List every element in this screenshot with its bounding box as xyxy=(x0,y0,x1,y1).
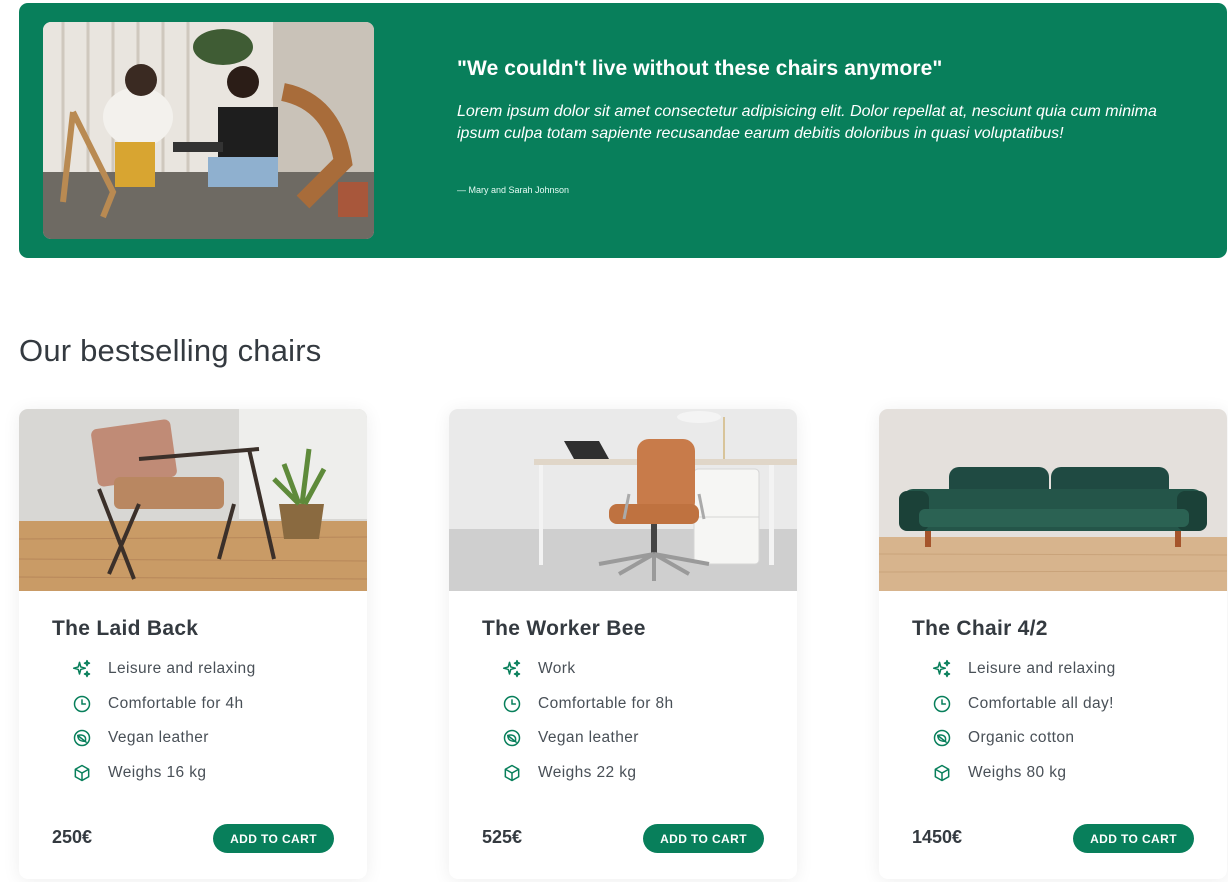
product-title: The Chair 4/2 xyxy=(912,617,1048,640)
box-icon xyxy=(932,763,952,783)
feature-item: Vegan leather xyxy=(502,728,674,748)
feature-list: Leisure and relaxing Comfortable for 4h … xyxy=(72,659,256,797)
product-price: 250€ xyxy=(52,827,93,847)
box-icon xyxy=(72,763,92,783)
feature-item: Comfortable for 8h xyxy=(502,694,674,714)
add-to-cart-button[interactable]: ADD TO CART xyxy=(213,824,334,853)
feature-label: Leisure and relaxing xyxy=(968,660,1116,677)
leaf-icon xyxy=(502,728,522,748)
product-price: 525€ xyxy=(482,827,523,847)
leaf-icon xyxy=(932,728,952,748)
feature-item: Work xyxy=(502,659,674,679)
feature-label: Weighs 22 kg xyxy=(538,763,637,781)
feature-item: Organic cotton xyxy=(932,728,1116,748)
product-image xyxy=(879,409,1227,591)
product-title: The Worker Bee xyxy=(482,617,646,640)
feature-label: Comfortable for 4h xyxy=(108,694,244,712)
clock-icon xyxy=(932,694,952,714)
feature-item: Comfortable all day! xyxy=(932,694,1116,714)
feature-label: Organic cotton xyxy=(968,729,1075,746)
feature-item: Comfortable for 4h xyxy=(72,694,256,714)
product-card: The Chair 4/2 Leisure and relaxing Comfo… xyxy=(879,409,1227,879)
product-card: The Worker Bee Work Comfortable for 8h V… xyxy=(449,409,797,879)
testimonial-banner: "We couldn't live without these chairs a… xyxy=(19,3,1227,258)
feature-label: Vegan leather xyxy=(538,729,639,746)
feature-label: Vegan leather xyxy=(108,729,209,746)
testimonial-quote: "We couldn't live without these chairs a… xyxy=(457,57,943,80)
product-title: The Laid Back xyxy=(52,617,199,640)
product-card: The Laid Back Leisure and relaxing Comfo… xyxy=(19,409,367,879)
feature-label: Comfortable for 8h xyxy=(538,694,674,712)
clock-icon xyxy=(502,694,522,714)
testimonial-text: Lorem ipsum dolor sit amet consectetur a… xyxy=(457,103,1157,142)
product-price: 1450€ xyxy=(912,827,963,847)
feature-item: Vegan leather xyxy=(72,728,256,748)
add-to-cart-button[interactable]: ADD TO CART xyxy=(643,824,764,853)
testimonial-photo xyxy=(43,22,374,239)
leaf-icon xyxy=(72,728,92,748)
section-title: Our bestselling chairs xyxy=(19,333,322,368)
feature-label: Weighs 80 kg xyxy=(968,763,1067,781)
testimonial-author: — Mary and Sarah Johnson xyxy=(457,185,570,195)
feature-item: Weighs 80 kg xyxy=(932,763,1116,783)
add-to-cart-button[interactable]: ADD TO CART xyxy=(1073,824,1194,853)
feature-label: Comfortable all day! xyxy=(968,694,1114,712)
clock-icon xyxy=(72,694,92,714)
sparkles-icon xyxy=(502,659,522,679)
feature-list: Leisure and relaxing Comfortable all day… xyxy=(932,659,1116,797)
sparkles-icon xyxy=(72,659,92,679)
feature-list: Work Comfortable for 8h Vegan leather We… xyxy=(502,659,674,797)
feature-label: Leisure and relaxing xyxy=(108,660,256,677)
feature-item: Weighs 16 kg xyxy=(72,763,256,783)
box-icon xyxy=(502,763,522,783)
product-image xyxy=(449,409,797,591)
product-image xyxy=(19,409,367,591)
feature-item: Leisure and relaxing xyxy=(932,659,1116,679)
feature-label: Work xyxy=(538,660,576,677)
feature-item: Weighs 22 kg xyxy=(502,763,674,783)
sparkles-icon xyxy=(932,659,952,679)
feature-label: Weighs 16 kg xyxy=(108,763,207,781)
feature-item: Leisure and relaxing xyxy=(72,659,256,679)
